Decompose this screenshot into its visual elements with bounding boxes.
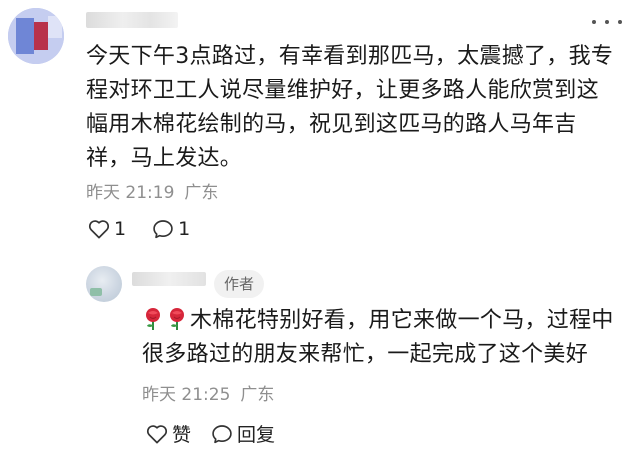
like-button[interactable]: 1 — [88, 218, 126, 240]
username-blurred[interactable] — [86, 12, 178, 28]
author-badge: 作者 — [214, 270, 265, 298]
comment-meta: 昨天 21:19 广东 — [86, 178, 218, 203]
heart-icon — [88, 220, 110, 239]
avatar-block — [34, 22, 48, 50]
reply-reply-label: 回复 — [237, 424, 276, 446]
reply-like-label: 赞 — [172, 424, 192, 446]
avatar-block — [48, 16, 62, 38]
reply-reply-button[interactable]: 回复 — [211, 420, 275, 447]
comment-actions: 1 1 — [88, 218, 190, 240]
avatar-block — [16, 18, 34, 54]
comment-time: 昨天 21:19 — [86, 183, 175, 203]
reply-avatar[interactable] — [86, 266, 122, 302]
reply-meta: 昨天 21:25 广东 — [142, 380, 274, 405]
comment-bubble-icon — [153, 220, 173, 239]
comment-bubble-icon — [212, 424, 232, 443]
rose-emoji-icon — [146, 308, 160, 330]
reply-actions: 赞 回复 — [146, 420, 275, 447]
rose-emoji-icon — [170, 308, 184, 330]
comment-location: 广东 — [184, 183, 219, 203]
like-count: 1 — [114, 218, 127, 240]
reply-location: 广东 — [240, 385, 275, 405]
reply-time: 昨天 21:25 — [142, 385, 231, 405]
comment-text: 今天下午3点路过，有幸看到那匹马，太震撼了，我专程对环卫工人说尽量维护好，让更多… — [86, 44, 614, 171]
reply-text: 木棉花特别好看，用它来做一个马，过程中很多路过的朋友来帮忙，一起完成了这个美好 — [142, 304, 622, 372]
reply-like-button[interactable]: 赞 — [146, 420, 191, 447]
reply-count: 1 — [178, 218, 191, 240]
more-icon[interactable] — [592, 12, 622, 32]
heart-icon — [146, 424, 168, 443]
reply-text-content: 木棉花特别好看，用它来做一个马，过程中很多路过的朋友来帮忙，一起完成了这个美好 — [142, 308, 614, 367]
reply-button[interactable]: 1 — [152, 218, 190, 240]
reply-username-blurred[interactable] — [132, 272, 206, 286]
avatar[interactable] — [8, 8, 64, 64]
